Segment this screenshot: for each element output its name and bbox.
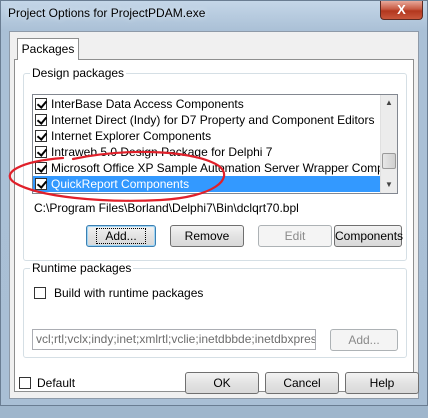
add-design-package-button[interactable]: Add... bbox=[86, 225, 156, 247]
package-label: QuickReport Components bbox=[51, 177, 190, 191]
remove-button[interactable]: Remove bbox=[170, 225, 244, 247]
build-with-runtime-checkbox[interactable] bbox=[34, 287, 46, 299]
design-packages-label: Design packages bbox=[30, 66, 127, 80]
window-title: Project Options for ProjectPDAM.exe bbox=[8, 6, 206, 20]
scroll-thumb[interactable] bbox=[382, 153, 396, 169]
build-with-runtime-label: Build with runtime packages bbox=[54, 286, 204, 300]
runtime-packages-label: Runtime packages bbox=[30, 261, 134, 275]
add-runtime-package-button[interactable]: Add... bbox=[330, 329, 398, 351]
package-checkbox[interactable] bbox=[35, 130, 47, 142]
design-packages-group: Design packages InterBase Data Access Co… bbox=[23, 66, 407, 261]
package-checkbox[interactable] bbox=[35, 146, 47, 158]
design-packages-list[interactable]: InterBase Data Access Components Interne… bbox=[32, 94, 398, 194]
selected-package-path: C:\Program Files\Borland\Delphi7\Bin\dcl… bbox=[34, 201, 299, 215]
package-label: Internet Direct (Indy) for D7 Property a… bbox=[51, 113, 375, 127]
package-checkbox[interactable] bbox=[35, 178, 47, 190]
runtime-packages-input[interactable]: vcl;rtl;vclx;indy;inet;xmlrtl;vclie;inet… bbox=[32, 329, 316, 350]
list-item[interactable]: Internet Direct (Indy) for D7 Property a… bbox=[33, 112, 382, 128]
package-checkbox[interactable] bbox=[35, 114, 47, 126]
build-with-runtime-option[interactable]: Build with runtime packages bbox=[32, 285, 332, 301]
package-label: InterBase Data Access Components bbox=[51, 97, 244, 111]
runtime-packages-group: Runtime packages Build with runtime pack… bbox=[23, 261, 407, 358]
package-label: Internet Explorer Components bbox=[51, 129, 212, 143]
list-item[interactable]: InterBase Data Access Components bbox=[33, 96, 382, 112]
components-button[interactable]: Components bbox=[334, 225, 403, 247]
list-scrollbar[interactable]: ▲ ▼ bbox=[380, 95, 397, 193]
list-item[interactable]: Intraweb 5.0 Design Package for Delphi 7 bbox=[33, 144, 382, 160]
default-option[interactable]: Default bbox=[17, 375, 107, 391]
help-button[interactable]: Help bbox=[345, 372, 419, 394]
close-button[interactable]: X bbox=[380, 1, 423, 20]
package-checkbox[interactable] bbox=[35, 98, 47, 110]
add-button-label: Add... bbox=[96, 228, 146, 244]
default-label: Default bbox=[37, 376, 76, 390]
scroll-down-icon[interactable]: ▼ bbox=[381, 177, 397, 193]
cancel-button[interactable]: Cancel bbox=[265, 372, 339, 394]
package-label: Intraweb 5.0 Design Package for Delphi 7 bbox=[51, 145, 273, 159]
list-item[interactable]: Microsoft Office XP Sample Automation Se… bbox=[33, 160, 382, 176]
package-checkbox[interactable] bbox=[35, 162, 47, 174]
close-icon: X bbox=[397, 2, 406, 17]
scroll-up-icon[interactable]: ▲ bbox=[381, 95, 397, 111]
edit-button[interactable]: Edit bbox=[258, 225, 332, 247]
default-option[interactable] bbox=[23, 402, 123, 418]
tab-packages[interactable]: Packages bbox=[17, 38, 79, 60]
packages-tab-panel: Design packages InterBase Data Access Co… bbox=[14, 59, 414, 392]
ok-button[interactable]: OK bbox=[185, 372, 259, 394]
dialog-client-area: Packages Design packages InterBase Data … bbox=[9, 31, 419, 399]
project-options-window: Project Options for ProjectPDAM.exe X Pa… bbox=[0, 0, 428, 406]
title-bar[interactable]: Project Options for ProjectPDAM.exe X bbox=[1, 1, 427, 25]
package-label: Microsoft Office XP Sample Automation Se… bbox=[51, 161, 382, 175]
default-checkbox[interactable] bbox=[19, 377, 31, 389]
list-item[interactable]: Internet Explorer Components bbox=[33, 128, 382, 144]
list-item-selected[interactable]: QuickReport Components bbox=[33, 176, 382, 192]
